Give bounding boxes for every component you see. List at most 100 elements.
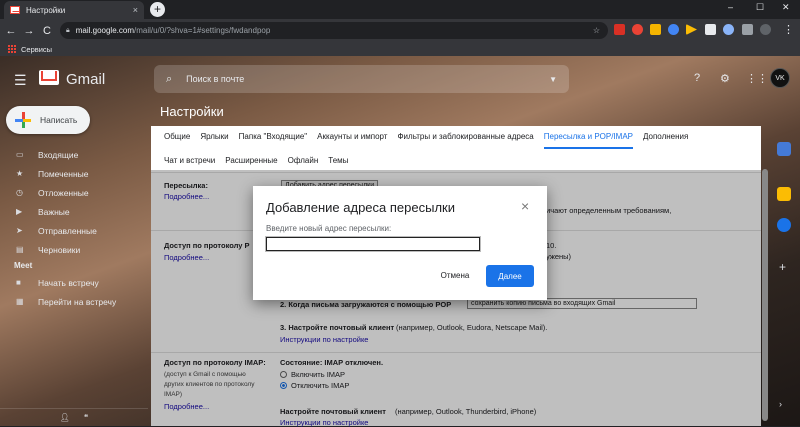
tab-addons[interactable]: Дополнения (643, 132, 688, 149)
tab-title: Настройки (26, 5, 66, 15)
dialog-prompt: Введите новый адрес пересылки: (266, 224, 392, 233)
url-host: mail.google.com (75, 26, 134, 35)
url-path: /mail/u/0/?shva=1#settings/fwdandpop (133, 26, 271, 35)
tab-inbox[interactable]: Папка "Входящие" (239, 132, 308, 149)
tab-chat[interactable]: Чат и встречи (164, 156, 215, 165)
bookmark-services[interactable]: Сервисы (21, 45, 52, 54)
browser-menu-icon[interactable]: ⋮ (783, 23, 794, 36)
sidebar-item-label: Входящие (38, 149, 79, 160)
hangouts-icon[interactable]: ❝ (84, 413, 88, 422)
help-icon[interactable]: ? (694, 72, 700, 84)
close-window-button[interactable]: ✕ (782, 2, 790, 13)
sidebar-item-inbox[interactable]: ▭ Входящие (0, 145, 148, 164)
back-icon[interactable]: ← (2, 25, 20, 37)
keyboard-icon: ▦ (16, 297, 24, 306)
person-icon[interactable]: 👤︎ (60, 413, 70, 422)
gmail-logo-icon[interactable] (39, 70, 59, 85)
sidebar-item-sent[interactable]: ➤ Отправленные (0, 221, 148, 240)
sidebar-item-important[interactable]: ▶ Важные (0, 202, 148, 221)
bookmarks-bar: Сервисы (0, 42, 800, 56)
extension-opera-icon[interactable] (614, 24, 625, 35)
send-icon: ➤ (16, 226, 23, 235)
sidebar-item-start-meeting[interactable]: ■ Начать встречу (0, 273, 148, 292)
extension-globe-icon[interactable] (723, 24, 734, 35)
gmail-favicon-icon (10, 6, 20, 14)
page-title: Настройки (160, 104, 224, 119)
settings-tabs-row2: Чат и встречи Расширенные Офлайн Темы (164, 156, 348, 165)
search-icon[interactable]: ⌕ (166, 73, 172, 86)
dialog-title: Добавление адреса пересылки (266, 200, 455, 215)
sidebar-footer: 👤︎ ❝ (0, 408, 148, 426)
settings-tabs-row1: Общие Ярлыки Папка "Входящие" Аккаунты и… (164, 132, 688, 149)
compose-plus-icon (14, 111, 32, 129)
calendar-icon[interactable] (777, 142, 791, 156)
add-addon-icon[interactable]: + (779, 260, 786, 274)
forwarding-address-input[interactable] (265, 236, 481, 252)
extension-camera-icon[interactable] (705, 24, 716, 35)
new-tab-button[interactable]: + (150, 2, 165, 17)
sidebar-item-starred[interactable]: ★ Помеченные (0, 164, 148, 183)
browser-tab[interactable]: Настройки × (4, 1, 144, 19)
tab-forwarding-pop-imap[interactable]: Пересылка и POP/IMAP (543, 132, 633, 149)
extension-badge-icon[interactable] (650, 24, 661, 35)
settings-gear-icon[interactable]: ⚙ (720, 72, 730, 85)
tasks-icon[interactable] (777, 218, 791, 232)
address-bar[interactable]: 🔒︎ mail.google.com/mail/u/0/?shva=1#sett… (60, 22, 608, 39)
keep-icon[interactable] (777, 187, 791, 201)
minimize-button[interactable]: – (728, 2, 733, 12)
add-forwarding-dialog: Добавление адреса пересылки × Введите но… (253, 186, 547, 300)
tab-filters[interactable]: Фильтры и заблокированные адреса (397, 132, 533, 149)
apps-grid-icon[interactable] (8, 45, 16, 53)
gmail-header: ☰ Gmail ⌕ Поиск в почте ▼ ? ⚙ ⋮⋮ VK (0, 56, 800, 102)
tab-offline[interactable]: Офлайн (288, 156, 319, 165)
sidebar: ▭ Входящие ★ Помеченные ◷ Отложенные ▶ Важны… (0, 145, 148, 311)
maximize-button[interactable]: ☐ (756, 2, 764, 13)
compose-label: Написать (40, 115, 78, 125)
search-bar[interactable]: ⌕ Поиск в почте ▼ (154, 65, 569, 93)
extension-red-icon[interactable] (632, 24, 643, 35)
cancel-button[interactable]: Отмена (435, 266, 475, 286)
tab-accounts[interactable]: Аккаунты и импорт (317, 132, 387, 149)
sidebar-item-drafts[interactable]: ▤ Черновики (0, 240, 148, 259)
tab-labels[interactable]: Ярлыки (200, 132, 228, 149)
browser-tab-strip: Настройки × + – ☐ ✕ (0, 0, 800, 19)
extension-blue-icon[interactable] (668, 24, 679, 35)
tab-themes[interactable]: Темы (328, 156, 348, 165)
tab-advanced[interactable]: Расширенные (225, 156, 277, 165)
video-icon: ■ (16, 278, 21, 287)
sidebar-item-snoozed[interactable]: ◷ Отложенные (0, 183, 148, 202)
search-input[interactable]: Поиск в почте (186, 74, 244, 84)
lock-icon: 🔒︎ (66, 26, 70, 34)
inbox-icon: ▭ (16, 150, 24, 159)
clock-icon: ◷ (16, 188, 23, 197)
sidebar-item-label: Начать встречу (38, 277, 99, 288)
sidebar-item-label: Перейти на встречу (38, 296, 117, 307)
side-panel-toggle-icon[interactable]: › (779, 399, 782, 409)
close-icon[interactable]: × (521, 198, 529, 214)
forward-icon[interactable]: → (20, 25, 38, 37)
side-panel: + › (770, 102, 800, 426)
profile-icon[interactable] (760, 24, 771, 35)
reload-icon[interactable]: C (38, 25, 56, 37)
tab-general[interactable]: Общие (164, 132, 190, 149)
compose-button[interactable]: Написать (6, 106, 90, 134)
tab-close-icon[interactable]: × (133, 5, 138, 15)
bookmark-star-icon[interactable]: ☆ (593, 26, 600, 35)
scrollbar[interactable] (762, 169, 768, 421)
avatar[interactable]: VK (770, 68, 790, 88)
main-menu-icon[interactable]: ☰ (14, 72, 27, 89)
next-button[interactable]: Далее (486, 265, 534, 287)
google-apps-icon[interactable]: ⋮⋮ (746, 72, 768, 85)
extensions-puzzle-icon[interactable] (742, 24, 753, 35)
gmail-brand[interactable]: Gmail (66, 71, 105, 88)
important-icon: ▶ (16, 207, 23, 216)
extension-play-icon[interactable] (686, 24, 697, 35)
sidebar-item-label: Черновики (38, 244, 81, 255)
sidebar-item-label: Отложенные (38, 187, 89, 198)
meet-heading: Meet (14, 261, 33, 270)
draft-icon: ▤ (16, 245, 24, 254)
sidebar-item-join-meeting[interactable]: ▦ Перейти на встречу (0, 292, 148, 311)
toolbar: ← → C 🔒︎ mail.google.com/mail/u/0/?shva=… (0, 19, 800, 42)
sidebar-item-label: Важные (38, 206, 70, 217)
search-options-icon[interactable]: ▼ (549, 75, 557, 84)
